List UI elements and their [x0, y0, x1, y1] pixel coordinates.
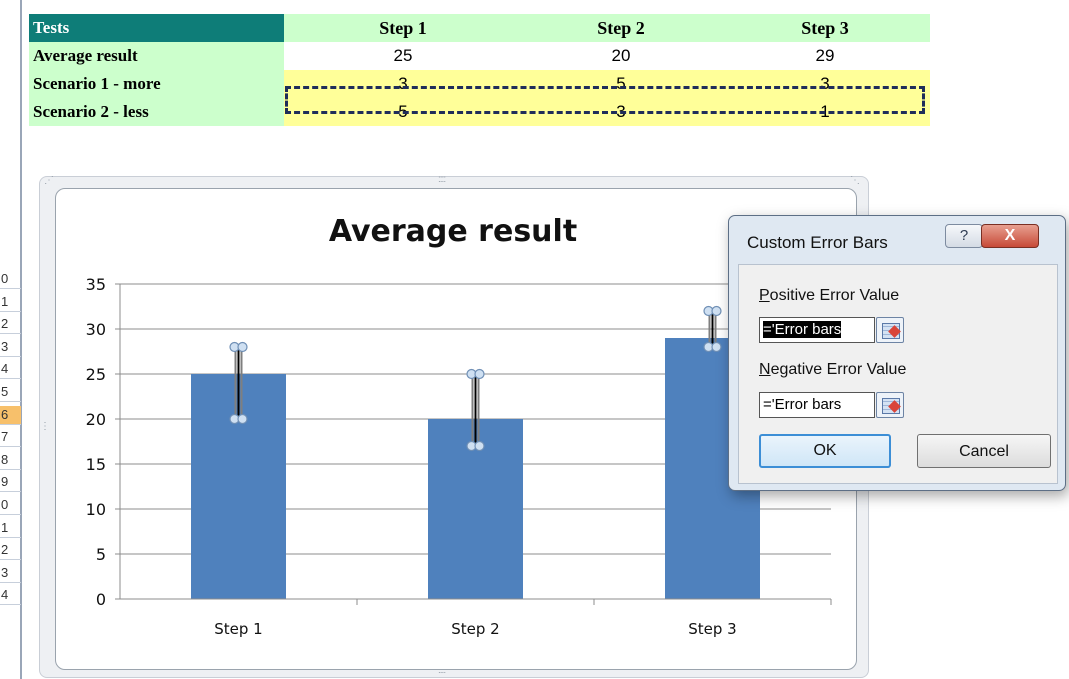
row-number[interactable]: 3: [0, 338, 21, 357]
row-number[interactable]: 2: [0, 541, 21, 561]
row-number[interactable]: 8: [0, 451, 21, 470]
table-header-row: Tests Step 1 Step 2 Step 3: [29, 14, 930, 42]
positive-error-value: ='Error bars: [763, 321, 842, 338]
resize-handle-top-left[interactable]: ⋰: [44, 175, 54, 186]
cell-scenario2-step-1[interactable]: 5: [284, 98, 522, 126]
error-bar-handle: [237, 341, 248, 353]
row-header-strip: 0 1 2 3 4 5 6 7 8 9 0 1 2 3 4: [0, 0, 26, 679]
resize-handle-top[interactable]: ::::: [438, 174, 446, 185]
positive-error-input[interactable]: ='Error bars: [759, 317, 875, 343]
chart-title: Average result: [329, 214, 577, 249]
y-tick-label: 25: [86, 365, 106, 384]
x-tick-label: Step 3: [688, 620, 736, 638]
row-number[interactable]: 7: [0, 428, 21, 448]
table-row: Scenario 2 - less 5 3 1: [29, 98, 930, 126]
y-tick-label: 30: [86, 320, 106, 339]
cell-scenario1-step-3[interactable]: 3: [720, 70, 930, 98]
y-tick-label: 35: [86, 275, 106, 294]
cell-scenario2-step-2[interactable]: 3: [522, 98, 720, 126]
dialog-title: Custom Error Bars: [747, 233, 888, 252]
row-number[interactable]: 0: [0, 496, 21, 515]
y-tick-label: 15: [86, 455, 106, 474]
table-row: Average result 25 20 29: [29, 42, 930, 70]
row-number[interactable]: 3: [0, 564, 21, 583]
cancel-button[interactable]: Cancel: [917, 434, 1051, 468]
custom-error-bars-dialog: Custom Error Bars ? X Positive Error Val…: [728, 215, 1066, 491]
help-button[interactable]: ?: [945, 224, 983, 248]
row-number[interactable]: 4: [0, 360, 21, 380]
y-tick-label: 10: [86, 500, 106, 519]
negative-error-value: ='Error bars: [763, 396, 842, 413]
row-number[interactable]: 5: [0, 383, 21, 402]
row-number[interactable]: 0: [0, 270, 21, 289]
x-tick-label: Step 2: [451, 620, 499, 638]
negative-label-text: egative Error Value: [770, 361, 907, 378]
table-row: Scenario 1 - more 3 5 3: [29, 70, 930, 98]
error-bar-handle: [711, 341, 722, 353]
negative-error-label: Negative Error Value: [759, 361, 906, 379]
error-bar-handle: [474, 368, 485, 380]
row-label-scenario-1[interactable]: Scenario 1 - more: [29, 70, 284, 98]
cell-average-step-2[interactable]: 20: [522, 42, 720, 70]
row-number[interactable]: 9: [0, 473, 21, 493]
row-number[interactable]: 4: [0, 586, 21, 606]
y-tick-label: 20: [86, 410, 106, 429]
data-table: Tests Step 1 Step 2 Step 3 Average resul…: [29, 14, 930, 126]
cell-average-step-1[interactable]: 25: [284, 42, 522, 70]
error-bar-handle: [711, 305, 722, 317]
dialog-body: Positive Error Value ='Error bars Negati…: [738, 264, 1058, 484]
error-bar-handle: [474, 440, 485, 452]
row-number[interactable]: 2: [0, 315, 21, 335]
header-step-1[interactable]: Step 1: [284, 14, 522, 42]
negative-accel-key: N: [759, 361, 771, 378]
cell-scenario1-step-2[interactable]: 5: [522, 70, 720, 98]
positive-range-picker-button[interactable]: [876, 317, 904, 343]
y-tick-label: 0: [96, 590, 106, 609]
positive-accel-key: P: [759, 287, 770, 304]
negative-error-input[interactable]: ='Error bars: [759, 392, 875, 418]
cell-scenario2-step-3[interactable]: 1: [720, 98, 930, 126]
resize-handle-top-right[interactable]: ⋱: [850, 175, 860, 186]
header-step-3[interactable]: Step 3: [720, 14, 930, 42]
row-number[interactable]: 6: [0, 405, 21, 425]
positive-label-text: ositive Error Value: [769, 287, 900, 304]
x-tick-label: Step 1: [214, 620, 262, 638]
cell-average-step-3[interactable]: 29: [720, 42, 930, 70]
row-number[interactable]: 1: [0, 293, 21, 312]
error-bar-handle: [237, 413, 248, 425]
y-tick-label: 5: [96, 545, 106, 564]
row-number[interactable]: 1: [0, 519, 21, 538]
header-tests[interactable]: Tests: [29, 14, 284, 42]
close-button[interactable]: X: [981, 224, 1039, 248]
positive-error-label: Positive Error Value: [759, 287, 899, 305]
ok-button[interactable]: OK: [759, 434, 891, 468]
row-label-scenario-2[interactable]: Scenario 2 - less: [29, 98, 284, 126]
row-label-average[interactable]: Average result: [29, 42, 284, 70]
cell-scenario1-step-1[interactable]: 3: [284, 70, 522, 98]
resize-handle-left[interactable]: ⋮: [40, 421, 50, 432]
negative-range-picker-button[interactable]: [876, 392, 904, 418]
header-step-2[interactable]: Step 2: [522, 14, 720, 42]
